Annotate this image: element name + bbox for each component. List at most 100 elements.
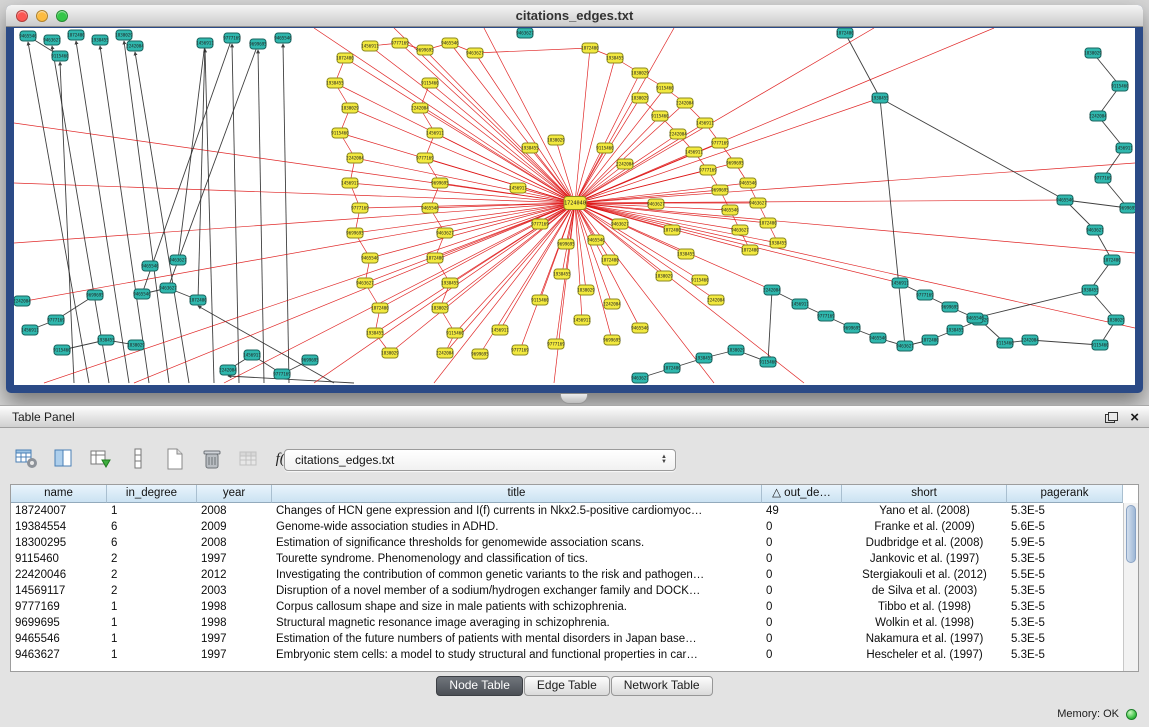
network-node[interactable]: 1830029 <box>1084 48 1102 58</box>
row-height-icon[interactable] <box>123 444 153 474</box>
network-node[interactable]: 1938455 <box>326 78 344 88</box>
column-header-short[interactable]: short <box>842 485 1007 503</box>
network-node[interactable]: 9465546 <box>274 33 292 43</box>
column-header-pagerank[interactable]: pagerank <box>1007 485 1123 503</box>
network-node[interactable]: 9115460 <box>996 338 1014 348</box>
network-node[interactable]: 2242004 <box>616 159 634 169</box>
network-node[interactable]: 1938455 <box>553 269 571 279</box>
network-node[interactable]: 9777169 <box>391 38 409 48</box>
network-node[interactable]: 2242004 <box>707 295 725 305</box>
table-row[interactable]: 1872400712008Changes of HCN gene express… <box>11 503 1123 519</box>
network-node[interactable]: 9463627 <box>516 28 534 38</box>
table-row[interactable]: 1456911722003Disruption of a novel membe… <box>11 583 1123 599</box>
network-node[interactable]: 9465546 <box>141 261 159 271</box>
tab-edge-table[interactable]: Edge Table <box>524 676 610 696</box>
network-node[interactable]: 9465546 <box>631 323 649 333</box>
network-node[interactable]: 9115460 <box>1091 340 1109 350</box>
network-node[interactable]: 9463627 <box>896 341 914 351</box>
network-graph[interactable]: 1872400193845518300299115460224200414569… <box>14 28 1135 385</box>
network-node[interactable]: 9777169 <box>351 203 369 213</box>
network-node[interactable]: 9465546 <box>966 313 984 323</box>
network-node[interactable]: 9115460 <box>691 275 709 285</box>
new-document-icon[interactable] <box>160 444 190 474</box>
network-node[interactable]: 1938455 <box>871 93 889 103</box>
network-node[interactable]: 9777169 <box>547 339 565 349</box>
network-node[interactable]: 1830029 <box>115 30 133 40</box>
network-node[interactable]: 9699695 <box>471 349 489 359</box>
network-node[interactable]: 9699695 <box>1119 203 1135 213</box>
network-node[interactable]: 1872400 <box>581 43 599 53</box>
network-node[interactable]: 2242004 <box>346 153 364 163</box>
network-node[interactable]: 9465546 <box>441 38 459 48</box>
network-node[interactable]: 1872400 <box>601 255 619 265</box>
network-node[interactable]: 9465546 <box>421 203 439 213</box>
network-node[interactable]: 9115460 <box>656 83 674 93</box>
network-node[interactable]: 2242004 <box>676 98 694 108</box>
column-header-out_de[interactable]: △ out_de… <box>762 485 842 503</box>
network-node[interactable]: 9115460 <box>331 128 349 138</box>
scrollbar-thumb[interactable] <box>1126 505 1136 563</box>
network-node[interactable]: 1456911 <box>509 183 527 193</box>
network-node[interactable]: 1830029 <box>341 103 359 113</box>
network-node[interactable]: 9463627 <box>159 283 177 293</box>
network-node[interactable]: 1938455 <box>946 325 964 335</box>
window-minimize-button[interactable] <box>36 10 48 22</box>
network-node[interactable]: 2242004 <box>763 285 781 295</box>
network-node[interactable]: 9463627 <box>611 219 629 229</box>
network-node[interactable]: 1456911 <box>696 118 714 128</box>
export-table-icon[interactable] <box>86 444 116 474</box>
network-node[interactable]: 1830029 <box>1107 315 1125 325</box>
network-node[interactable]: 9465546 <box>19 31 37 41</box>
network-node[interactable]: 2242004 <box>219 365 237 375</box>
vertical-scrollbar[interactable] <box>1123 503 1138 671</box>
table-row[interactable]: 946554611997Estimation of the future num… <box>11 631 1123 647</box>
network-node[interactable]: 9115460 <box>51 51 69 61</box>
network-node[interactable]: 1830029 <box>127 340 145 350</box>
network-node[interactable]: 1938455 <box>97 335 115 345</box>
network-node[interactable]: 9463627 <box>43 35 61 45</box>
network-node[interactable]: 9777169 <box>273 369 291 379</box>
network-node[interactable]: 9699695 <box>726 158 744 168</box>
table-row[interactable]: 977716911998Corpus callosum shape and si… <box>11 599 1123 615</box>
table-row[interactable]: 2242004622012Investigating the contribut… <box>11 567 1123 583</box>
network-node[interactable]: 1938455 <box>606 53 624 63</box>
tab-node-table[interactable]: Node Table <box>436 676 523 696</box>
window-close-button[interactable] <box>16 10 28 22</box>
network-node[interactable]: 1938455 <box>441 278 459 288</box>
network-node[interactable]: 1938455 <box>366 328 384 338</box>
network-node[interactable]: 2242004 <box>669 129 687 139</box>
network-node[interactable]: 1456911 <box>791 299 809 309</box>
network-node[interactable]: 2242004 <box>1021 335 1039 345</box>
network-node[interactable]: 9699695 <box>249 39 267 49</box>
network-canvas[interactable]: 1872400193845518300299115460224200414569… <box>14 28 1135 385</box>
network-node[interactable]: 9699695 <box>843 323 861 333</box>
network-node[interactable]: 1724040 <box>564 197 586 210</box>
network-node[interactable]: 1830029 <box>655 271 673 281</box>
network-node[interactable]: 2242004 <box>411 103 429 113</box>
network-node[interactable]: 1938455 <box>695 353 713 363</box>
network-node[interactable]: 9699695 <box>603 335 621 345</box>
network-node[interactable]: 9115460 <box>759 357 777 367</box>
network-node[interactable]: 1872400 <box>663 225 681 235</box>
table-row[interactable]: 969969511998Structural magnetic resonanc… <box>11 615 1123 631</box>
network-node[interactable]: 1938455 <box>1081 285 1099 295</box>
network-node[interactable]: 1872400 <box>189 295 207 305</box>
network-node[interactable]: 9777169 <box>817 311 835 321</box>
network-node[interactable]: 1872400 <box>759 218 777 228</box>
network-node[interactable]: 9699695 <box>346 228 364 238</box>
network-node[interactable]: 9115460 <box>421 78 439 88</box>
import-table-icon[interactable] <box>234 444 264 474</box>
network-node[interactable]: 9699695 <box>431 178 449 188</box>
network-node[interactable]: 9465546 <box>739 178 757 188</box>
network-node[interactable]: 9699695 <box>941 302 959 312</box>
network-node[interactable]: 1938455 <box>677 249 695 259</box>
network-node[interactable]: 1456911 <box>491 325 509 335</box>
network-node[interactable]: 9777169 <box>416 153 434 163</box>
network-node[interactable]: 1830029 <box>431 303 449 313</box>
network-node[interactable]: 9777169 <box>711 138 729 148</box>
network-node[interactable]: 9463627 <box>169 255 187 265</box>
network-node[interactable]: 9465546 <box>1056 195 1074 205</box>
network-node[interactable]: 1872400 <box>741 245 759 255</box>
network-node[interactable]: 9777169 <box>511 345 529 355</box>
network-node[interactable]: 1938455 <box>91 35 109 45</box>
